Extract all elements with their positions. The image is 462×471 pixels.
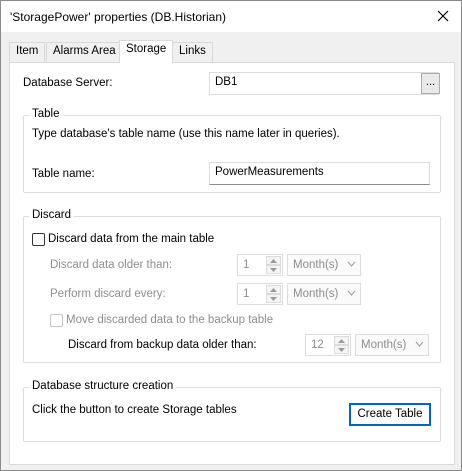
move-to-backup-label: Move discarded data to the backup table [66, 314, 274, 326]
spin-up-button[interactable] [334, 336, 349, 345]
discard-older-unit-select[interactable]: Month(s) [287, 254, 361, 276]
database-server-label: Database Server: [23, 77, 113, 89]
backup-older-label: Discard from backup data older than: [68, 339, 257, 351]
spin-down-button[interactable] [266, 265, 281, 274]
title-bar[interactable]: 'StoragePower' properties (DB.Historian) [1, 1, 461, 32]
discard-every-unit-value: Month(s) [293, 288, 339, 300]
tab-links[interactable]: Links [172, 42, 213, 62]
discard-main-checkbox[interactable] [32, 233, 45, 246]
triangle-up-icon [270, 258, 277, 263]
structure-group-title: Database structure creation [29, 380, 177, 392]
discard-older-label: Discard data older than: [50, 259, 173, 271]
discard-group-title: Discard [29, 209, 74, 221]
discard-every-spinner[interactable]: 1 [237, 283, 283, 305]
spin-down-button[interactable] [334, 345, 349, 354]
discard-every-unit-select[interactable]: Month(s) [287, 283, 361, 305]
database-server-field[interactable]: DB1 [209, 72, 439, 95]
backup-older-unit-value: Month(s) [361, 339, 407, 351]
structure-description: Click the button to create Storage table… [32, 404, 237, 416]
table-name-label: Table name: [32, 168, 95, 180]
table-description: Type database's table name (use this nam… [32, 128, 340, 140]
table-group-title: Table [29, 108, 63, 120]
chevron-down-icon [347, 261, 356, 267]
tab-storage[interactable]: Storage [119, 40, 174, 63]
backup-older-value: 12 [311, 339, 324, 351]
move-to-backup-checkbox[interactable] [50, 314, 63, 327]
discard-older-value: 1 [243, 259, 250, 271]
window-title: 'StoragePower' properties (DB.Historian) [10, 10, 226, 24]
triangle-up-icon [338, 338, 345, 343]
tab-alarms-area[interactable]: Alarms Area [46, 42, 123, 62]
discard-older-unit-value: Month(s) [293, 259, 339, 271]
structure-group: Database structure creation Click the bu… [23, 380, 441, 442]
storage-tab-panel: Database Server: DB1 ... Table Type data… [9, 62, 455, 465]
close-icon [437, 10, 449, 22]
backup-older-spinner[interactable]: 12 [305, 334, 351, 356]
chevron-down-icon [347, 290, 356, 296]
database-server-value: DB1 [215, 76, 238, 88]
discard-main-label[interactable]: Discard data from the main table [48, 233, 214, 245]
triangle-up-icon [270, 287, 277, 292]
backup-older-unit-select[interactable]: Month(s) [355, 334, 429, 356]
tab-strip: Item Alarms Area Storage Links [9, 40, 455, 63]
database-server-browse-button[interactable]: ... [421, 73, 440, 94]
spin-up-button[interactable] [266, 285, 281, 294]
tab-item[interactable]: Item [9, 42, 46, 62]
properties-dialog: 'StoragePower' properties (DB.Historian)… [0, 0, 462, 471]
triangle-down-icon [270, 296, 277, 301]
table-name-value: PowerMeasurements [215, 166, 324, 178]
chevron-down-icon [415, 341, 424, 347]
discard-group: Discard Discard data from the main table… [23, 209, 441, 363]
discard-every-value: 1 [243, 288, 250, 300]
spin-down-button[interactable] [266, 294, 281, 303]
discard-every-label: Perform discard every: [50, 288, 166, 300]
close-button[interactable] [429, 3, 457, 29]
table-name-input[interactable]: PowerMeasurements [209, 162, 430, 185]
create-table-button[interactable]: Create Table [349, 403, 431, 426]
discard-older-spinner[interactable]: 1 [237, 254, 283, 276]
table-group: Table Type database's table name (use th… [23, 108, 441, 193]
triangle-down-icon [338, 347, 345, 352]
spin-up-button[interactable] [266, 256, 281, 265]
triangle-down-icon [270, 267, 277, 272]
